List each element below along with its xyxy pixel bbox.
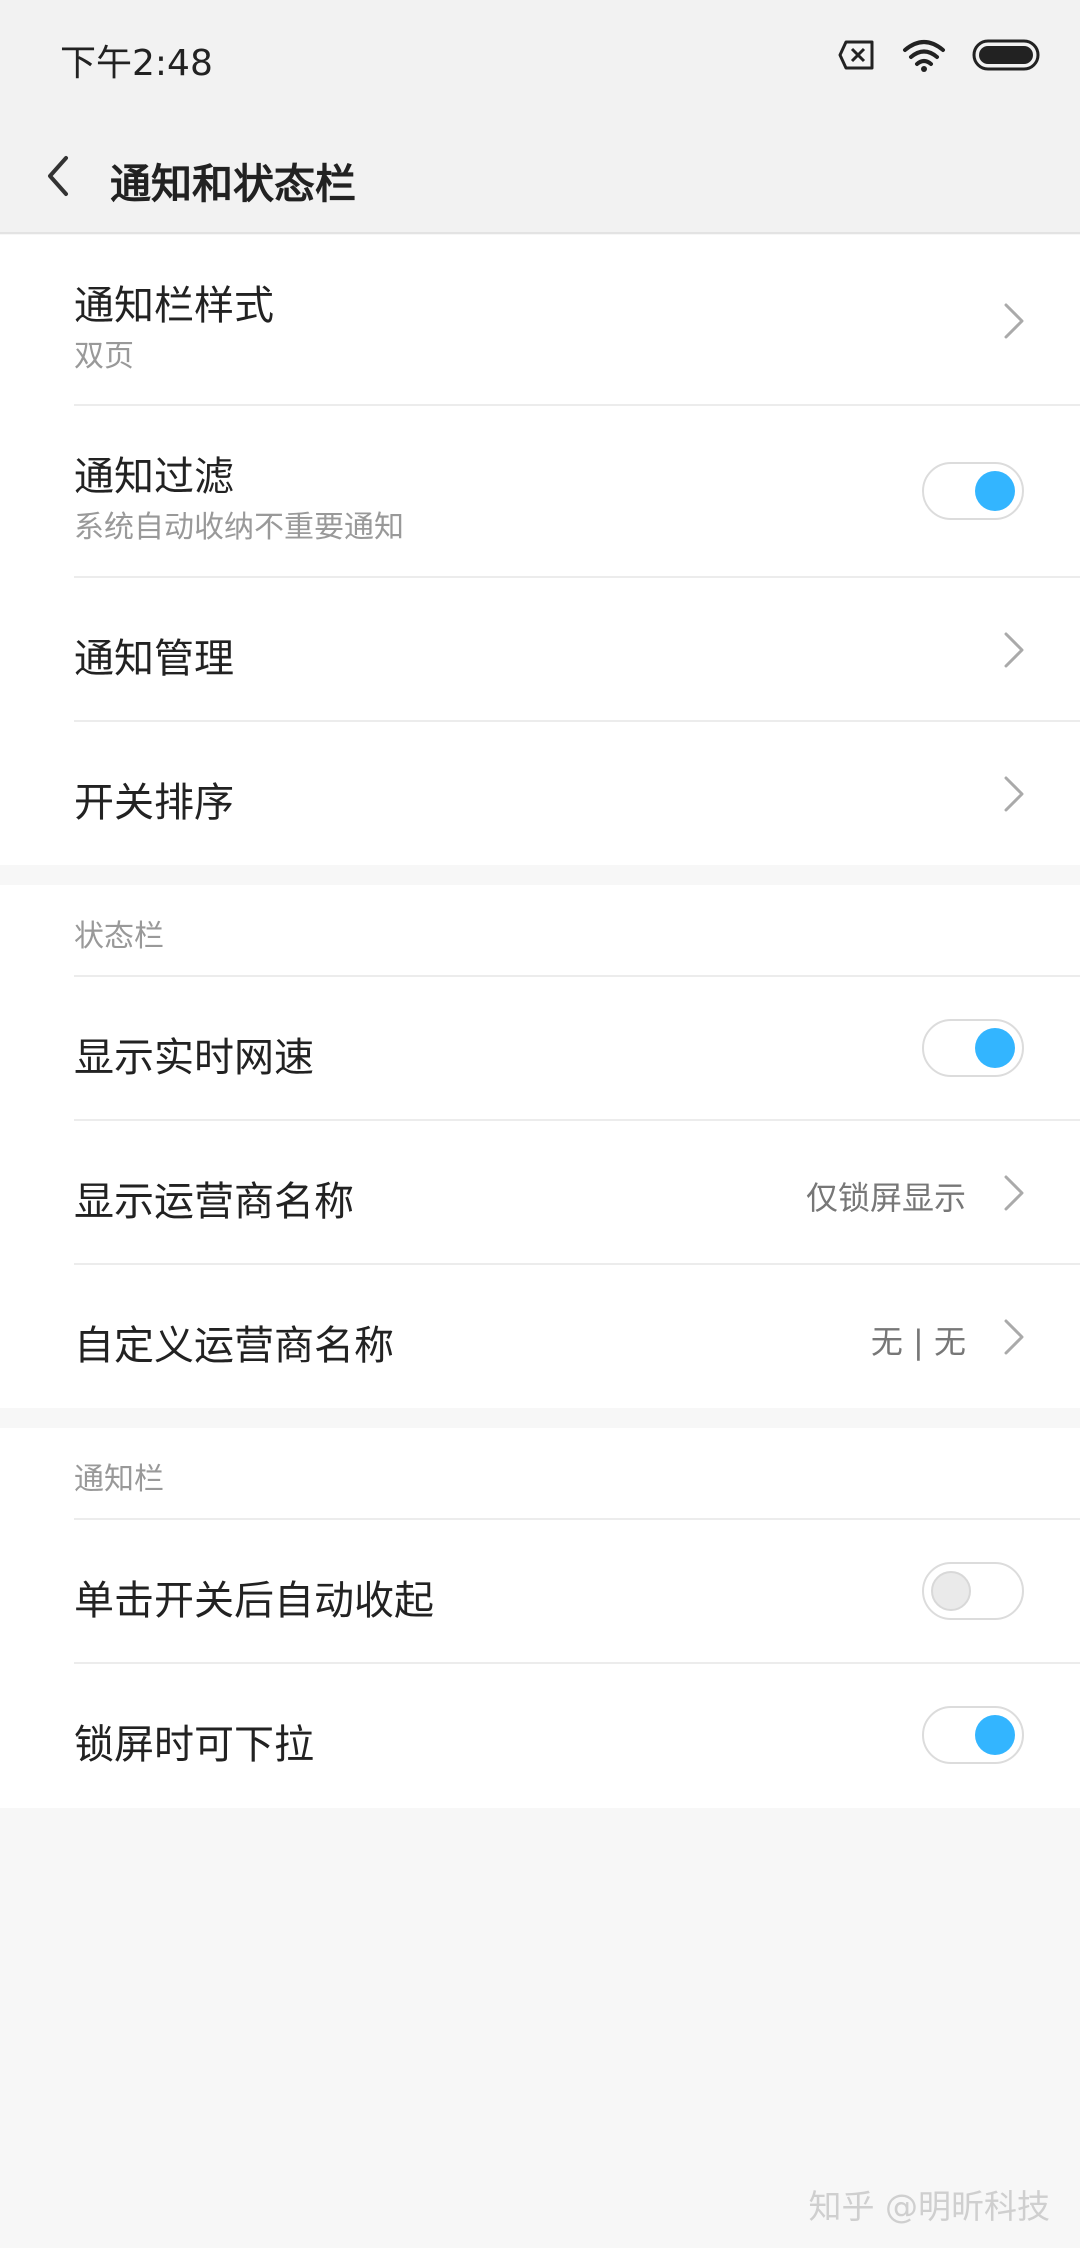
sim-error-icon — [838, 40, 874, 70]
status-icons — [838, 38, 1040, 72]
chevron-right-icon — [1004, 1175, 1024, 1211]
row-title: 开关排序 — [74, 780, 234, 826]
row-show-speed[interactable]: 显示实时网速 — [0, 977, 1080, 1121]
row-title: 通知管理 — [74, 636, 234, 682]
status-bar-group: 状态栏 显示实时网速 显示运营商名称 仅锁屏显示 自定义运营商名称 无 | 无 — [0, 885, 1080, 1408]
row-notification-filter[interactable]: 通知过滤 系统自动收纳不重要通知 — [0, 406, 1080, 578]
row-value: 仅锁屏显示 — [805, 1179, 966, 1217]
page-title: 通知和状态栏 — [110, 160, 356, 208]
notification-bar-group: 通知栏 单击开关后自动收起 锁屏时可下拉 — [0, 1428, 1080, 1808]
status-time: 下午2:48 — [60, 43, 213, 84]
row-title: 显示实时网速 — [74, 1035, 314, 1081]
toggle-knob — [931, 1571, 971, 1611]
chevron-right-icon — [1004, 303, 1024, 339]
row-auto-collapse[interactable]: 单击开关后自动收起 — [0, 1520, 1080, 1664]
row-subtitle: 系统自动收纳不重要通知 — [74, 510, 404, 545]
row-title: 通知过滤 — [74, 454, 234, 500]
toggle-knob — [975, 471, 1015, 511]
battery-icon — [972, 39, 1040, 71]
row-title: 锁屏时可下拉 — [74, 1722, 314, 1768]
row-show-carrier[interactable]: 显示运营商名称 仅锁屏显示 — [0, 1121, 1080, 1265]
section-header: 通知栏 — [0, 1428, 1080, 1520]
status-bar: 下午2:48 — [0, 0, 1080, 118]
notification-group: 通知栏样式 双页 通知过滤 系统自动收纳不重要通知 通知管理 开关排序 — [0, 235, 1080, 865]
chevron-right-icon — [1004, 632, 1024, 668]
row-notification-manage[interactable]: 通知管理 — [0, 578, 1080, 722]
section-label: 通知栏 — [74, 1462, 164, 1497]
chevron-right-icon — [1004, 776, 1024, 812]
notification-filter-toggle[interactable] — [922, 462, 1024, 520]
lock-pulldown-toggle[interactable] — [922, 1706, 1024, 1764]
row-switch-order[interactable]: 开关排序 — [0, 722, 1080, 865]
show-speed-toggle[interactable] — [922, 1019, 1024, 1077]
watermark: 知乎 @明昕科技 — [808, 2187, 1051, 2226]
row-title: 单击开关后自动收起 — [74, 1578, 434, 1624]
toggle-knob — [975, 1715, 1015, 1755]
back-button[interactable] — [38, 148, 78, 204]
row-value: 无 | 无 — [870, 1323, 966, 1361]
row-title: 自定义运营商名称 — [74, 1323, 394, 1369]
row-title: 通知栏样式 — [74, 283, 274, 329]
section-header: 状态栏 — [0, 885, 1080, 977]
row-lock-pulldown[interactable]: 锁屏时可下拉 — [0, 1664, 1080, 1808]
row-custom-carrier[interactable]: 自定义运营商名称 无 | 无 — [0, 1265, 1080, 1408]
row-title: 显示运营商名称 — [74, 1179, 354, 1225]
chevron-right-icon — [1004, 1319, 1024, 1355]
section-label: 状态栏 — [74, 919, 164, 954]
app-header: 通知和状态栏 — [0, 118, 1080, 234]
settings-page: 下午2:48 通知和状态栏 通知栏样式 双页 通知过滤 系统自动收纳不重要通知 … — [0, 0, 1080, 2248]
row-notification-style[interactable]: 通知栏样式 双页 — [0, 235, 1080, 406]
toggle-knob — [975, 1028, 1015, 1068]
wifi-icon — [903, 40, 945, 72]
row-subtitle: 双页 — [74, 339, 134, 374]
auto-collapse-toggle[interactable] — [922, 1562, 1024, 1620]
